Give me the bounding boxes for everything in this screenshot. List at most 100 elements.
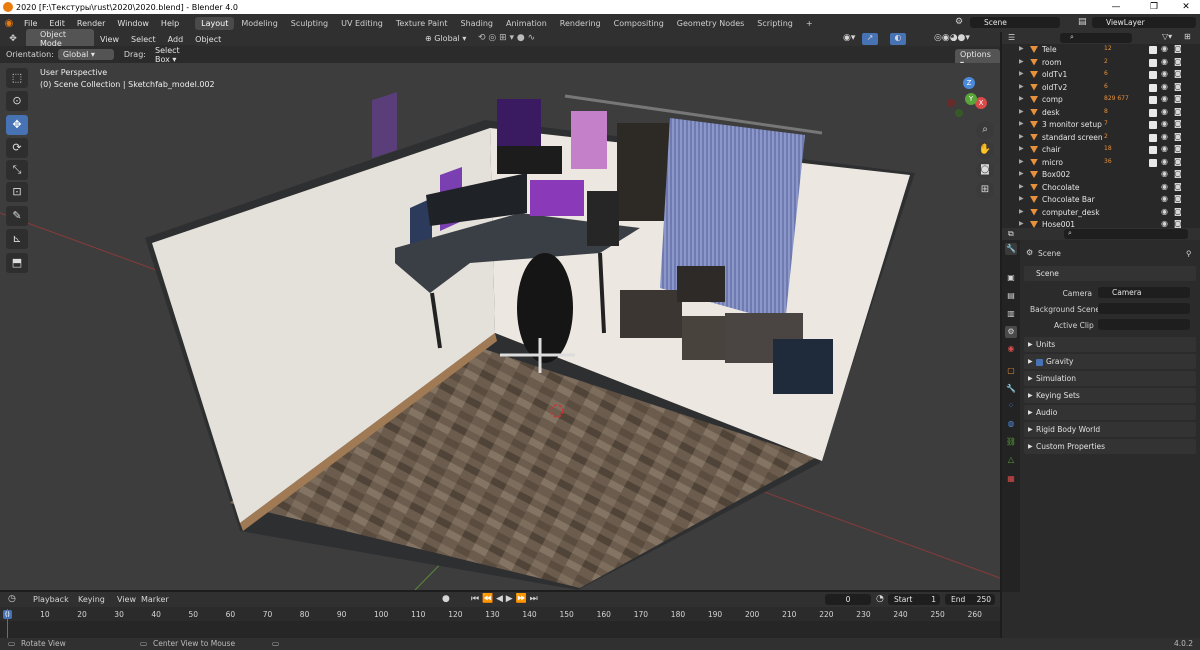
menu-object[interactable]: Object [189,35,227,44]
physics-tab-icon[interactable]: ◍ [1005,418,1017,430]
render-camera-icon[interactable]: ◙ [1174,132,1182,141]
visibility-eye-icon[interactable]: ◉ [1161,144,1168,153]
modifier-tab-icon[interactable]: 🔧 [1005,383,1017,395]
include-checkbox[interactable] [1149,71,1157,79]
expand-arrow-icon[interactable]: ▶ [1019,120,1024,127]
tab-geometry-nodes[interactable]: Geometry Nodes [671,17,750,30]
menu-playback[interactable]: Playback [33,595,69,604]
object-tab-icon[interactable]: ▢ [1005,365,1017,377]
outliner-editor-icon[interactable]: ☰ [1008,33,1015,42]
tool-tab-icon[interactable]: 🔧 [1005,243,1017,255]
outliner-row[interactable]: ▶ room 2 ◉ ◙ [1002,57,1200,70]
expand-arrow-icon[interactable]: ▶ [1019,83,1024,90]
transform-icon[interactable]: ⊡ [6,182,28,202]
visibility-eye-icon[interactable]: ◉ [1161,82,1168,91]
visibility-eye-icon[interactable]: ◉ [1161,107,1168,116]
expand-arrow-icon[interactable]: ▶ [1019,145,1024,152]
visibility-eye-icon[interactable]: ◉ [1161,69,1168,78]
menu-edit[interactable]: Edit [43,19,71,28]
include-checkbox[interactable] [1149,83,1157,92]
editor-type-icon[interactable]: ✥ [0,34,26,44]
include-checkbox[interactable] [1149,121,1157,129]
menu-marker[interactable]: Marker [141,595,169,604]
outliner-item-name[interactable]: chair [1042,145,1061,154]
expand-arrow-icon[interactable]: ▶ [1019,108,1024,115]
data-tab-icon[interactable]: △ [1005,454,1017,466]
property-section-units[interactable]: ▶ Units [1024,337,1196,352]
expand-arrow-icon[interactable]: ▶ [1019,170,1024,177]
expand-arrow-icon[interactable]: ▶ [1019,133,1024,140]
render-camera-icon[interactable]: ◙ [1174,82,1182,91]
tab-animation[interactable]: Animation [500,17,553,30]
close-button[interactable]: ✕ [1170,0,1200,14]
render-camera-icon[interactable]: ◙ [1174,207,1182,216]
render-camera-icon[interactable]: ◙ [1174,94,1182,103]
render-camera-icon[interactable]: ◙ [1174,107,1182,116]
render-camera-icon[interactable]: ◙ [1174,144,1182,153]
visibility-eye-icon[interactable]: ◉ [1161,94,1168,103]
scene-panel-header[interactable]: Scene [1024,266,1196,281]
outliner-row[interactable]: ▶ Box002 ◉ ◙ [1002,169,1200,182]
menu-render[interactable]: Render [71,19,111,28]
maximize-button[interactable]: ❐ [1138,0,1170,14]
expand-arrow-icon[interactable]: ▶ [1019,158,1024,165]
texture-tab-icon[interactable]: ▦ [1005,473,1017,485]
world-tab-icon[interactable]: ◉ [1005,343,1017,355]
menu-view[interactable]: View [94,35,125,44]
scale-icon[interactable]: ⤡ [6,160,28,180]
outliner-row[interactable]: ▶ oldTv2 6 ◉ ◙ [1002,82,1200,95]
orientation-dropdown[interactable]: Global ▾ [57,49,114,60]
expand-arrow-icon[interactable]: ▶ [1019,95,1024,102]
tab-scripting[interactable]: Scripting [751,17,799,30]
property-section-rigid-body-world[interactable]: ▶ Rigid Body World [1024,422,1196,437]
outliner-row[interactable]: ▶ computer_desk ◉ ◙ [1002,207,1200,220]
timeline-track[interactable] [0,621,1000,638]
expand-arrow-icon[interactable]: ▶ [1019,70,1024,77]
outliner-item-name[interactable]: desk [1042,108,1060,117]
render-camera-icon[interactable]: ◙ [1174,219,1182,228]
tab-modeling[interactable]: Modeling [235,17,283,30]
outliner-item-name[interactable]: 3 monitor setup [1042,120,1102,129]
outliner-item-name[interactable]: Chocolate [1042,183,1080,192]
outliner-item-name[interactable]: Box002 [1042,170,1070,179]
visibility-eye-icon[interactable]: ◉ [1161,119,1168,128]
outliner-row[interactable]: ▶ chair 18 ◉ ◙ [1002,144,1200,157]
move-icon[interactable]: ✥ [6,115,28,135]
property-section-keying-sets[interactable]: ▶ Keying Sets [1024,388,1196,403]
property-section-simulation[interactable]: ▶ Simulation [1024,371,1196,386]
annotate-icon[interactable]: ✎ [6,206,28,226]
include-checkbox[interactable] [1149,46,1157,54]
zoom-icon[interactable]: ⌕ [976,121,994,139]
outliner-row[interactable]: ▶ Tele 12 ◉ ◙ [1002,44,1200,57]
outliner-item-name[interactable]: room [1042,58,1061,67]
gizmo-y[interactable]: Y [965,93,977,105]
menu-add[interactable]: Add [162,35,190,44]
timeline-editor-icon[interactable]: ◷ [8,594,16,604]
tab-uv-editing[interactable]: UV Editing [335,17,389,30]
tab-rendering[interactable]: Rendering [554,17,607,30]
measure-icon[interactable]: ⊾ [6,229,28,249]
visibility-eye-icon[interactable]: ◉ [1161,194,1168,203]
include-checkbox[interactable] [1149,146,1157,154]
pin-icon[interactable]: ⚲ [1186,249,1192,258]
render-camera-icon[interactable]: ◙ [1174,57,1182,66]
outliner-item-name[interactable]: oldTv2 [1042,83,1067,92]
outliner-row[interactable]: ▶ Hose001 ◉ ◙ [1002,219,1200,228]
scene-tab-icon[interactable]: ⚙ [1005,326,1017,338]
properties-search-input[interactable]: ⌕ [1064,229,1188,239]
gizmo-neg-y[interactable] [955,109,963,117]
outliner-search-input[interactable]: ⌕ [1060,33,1132,43]
add-cube-icon[interactable]: ⬒ [6,253,28,273]
outliner-item-name[interactable]: oldTv1 [1042,70,1067,79]
minimize-button[interactable]: — [1100,0,1132,14]
expand-arrow-icon[interactable]: ▶ [1019,208,1024,215]
visibility-icon[interactable]: ◉▾ [843,33,855,43]
expand-arrow-icon[interactable]: ▶ [1019,195,1024,202]
outliner-row[interactable]: ▶ comp 829 677 ◉ ◙ [1002,94,1200,107]
render-camera-icon[interactable]: ◙ [1174,44,1182,53]
frame-ruler[interactable]: 0102030405060708090100110120130140150160… [0,609,1000,621]
include-checkbox[interactable] [1149,58,1157,67]
visibility-eye-icon[interactable]: ◉ [1161,207,1168,216]
start-frame-field[interactable]: Start 1 [888,594,940,605]
render-camera-icon[interactable]: ◙ [1174,69,1182,78]
